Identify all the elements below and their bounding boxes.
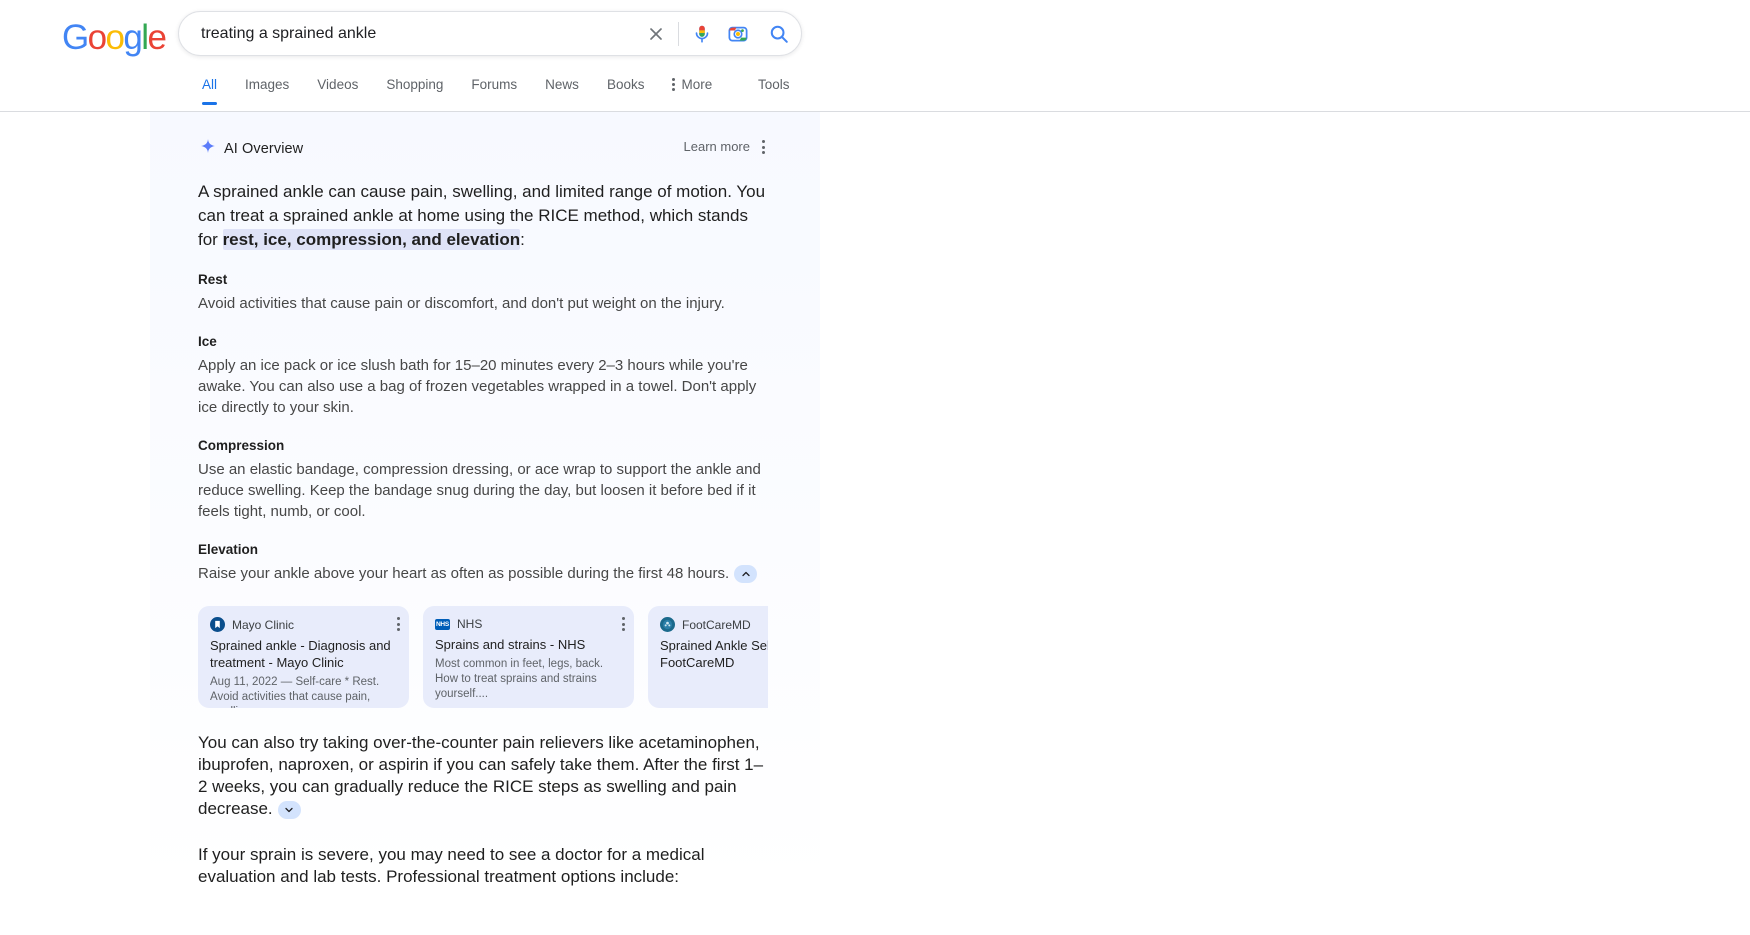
section-title-elevation: Elevation <box>198 542 259 557</box>
source-cards-carousel[interactable]: Mayo Clinic Sprained ankle - Diagnosis a… <box>198 606 768 708</box>
source-site-name: FootCareMD <box>682 617 751 632</box>
source-card-header: Mayo Clinic <box>210 617 397 632</box>
logo-letter-g1: G <box>62 18 89 57</box>
section-title-rest: Rest <box>198 272 228 287</box>
section-title-ice: Ice <box>198 334 217 349</box>
chevron-up-icon[interactable] <box>734 565 758 584</box>
nhs-favicon: NHS <box>435 618 450 630</box>
microphone-icon[interactable] <box>685 14 719 54</box>
ai-overview-lead: A sprained ankle can cause pain, swellin… <box>198 180 770 252</box>
close-icon[interactable] <box>636 14 676 54</box>
section-text-rest: Avoid activities that cause pain or disc… <box>198 295 725 312</box>
more-vertical-icon <box>672 78 676 91</box>
source-card[interactable]: NHS NHS Sprains and strains - NHS Most c… <box>423 606 634 708</box>
more-options-icon[interactable] <box>754 138 772 156</box>
nhs-favicon-label: NHS <box>435 620 450 628</box>
source-card-menu-icon[interactable] <box>622 617 625 631</box>
section-ice: Ice Apply an ice pack or ice slush bath … <box>198 334 772 418</box>
more-filters-label: More <box>681 77 713 92</box>
logo-letter-o1: o <box>87 18 107 57</box>
search-divider <box>678 21 679 46</box>
source-card-title: Sprained ankle - Diagnosis and treatment… <box>210 638 391 670</box>
tools-button[interactable]: Tools <box>758 77 790 92</box>
tab-news[interactable]: News <box>545 74 579 105</box>
section-compression: Compression Use an elastic bandage, comp… <box>198 438 772 522</box>
section-title-compression: Compression <box>198 438 285 453</box>
paragraph-severe: If your sprain is severe, you may need t… <box>198 845 705 886</box>
logo-letter-g2: g <box>123 18 142 57</box>
search-icon[interactable] <box>757 14 801 54</box>
tab-books[interactable]: Books <box>607 74 645 105</box>
source-card-title: Sprains and strains - NHS <box>435 637 586 652</box>
source-card-menu-icon[interactable] <box>397 617 400 631</box>
ai-overview-panel: AI Overview Learn more A sprained ankle … <box>150 112 820 888</box>
search-bar[interactable] <box>178 11 802 56</box>
source-card-title: Sprained Ankle Self Treatment | FootCare… <box>660 638 768 670</box>
ai-overview-title: AI Overview <box>224 141 304 157</box>
google-lens-icon[interactable] <box>719 14 757 54</box>
section-text-compression: Use an elastic bandage, compression dres… <box>198 461 761 520</box>
rice-highlight: rest, ice, compression, and elevation <box>222 229 521 250</box>
section-text-elevation: Raise your ankle above your heart as oft… <box>198 563 772 584</box>
logo-letter-e: e <box>147 18 166 57</box>
source-card[interactable]: FootCareMD Sprained Ankle Self Treatment… <box>648 606 768 708</box>
source-card-header: NHS NHS <box>435 617 622 631</box>
section-rest: Rest Avoid activities that cause pain or… <box>198 272 772 314</box>
tab-images[interactable]: Images <box>245 74 289 105</box>
google-logo[interactable]: Google <box>62 18 167 58</box>
source-card-snippet: Most common in feet, legs, back. How to … <box>435 658 604 700</box>
source-card[interactable]: Mayo Clinic Sprained ankle - Diagnosis a… <box>198 606 409 708</box>
section-elevation: Elevation Raise your ankle above your he… <box>198 542 772 584</box>
search-input[interactable] <box>179 24 636 43</box>
mayo-clinic-favicon <box>210 617 225 632</box>
source-card-snippet: Aug 11, 2022 — Self-care * Rest. Avoid a… <box>210 676 380 708</box>
lead-text-after: : <box>520 230 525 249</box>
section-text-ice: Apply an ice pack or ice slush bath for … <box>198 357 757 416</box>
page-header: Google treating a sprained ankle All Ima… <box>0 0 1750 112</box>
section-text-elevation-value: Raise your ankle above your heart as oft… <box>198 565 730 582</box>
chevron-down-icon[interactable] <box>277 800 301 819</box>
search-results-area: AI Overview Learn more A sprained ankle … <box>0 112 1750 935</box>
tab-forums[interactable]: Forums <box>471 74 517 105</box>
tab-videos[interactable]: Videos <box>317 74 358 105</box>
ai-overview-header: AI Overview Learn more <box>150 134 820 164</box>
paragraph-otc: You can also try taking over-the-counter… <box>198 732 770 820</box>
logo-letter-o2: o <box>105 18 125 57</box>
ai-sparkle-icon <box>198 136 218 161</box>
more-filters-button[interactable]: More <box>672 74 712 105</box>
learn-more-link[interactable]: Learn more <box>684 139 750 154</box>
tab-shopping[interactable]: Shopping <box>386 74 443 105</box>
source-site-name: Mayo Clinic <box>232 617 295 632</box>
tab-all[interactable]: All <box>202 74 218 105</box>
ai-overview-body: A sprained ankle can cause pain, swellin… <box>150 180 820 888</box>
search-nav-tabs: All Images Videos Shopping Forums News B… <box>0 74 1750 112</box>
source-site-name: NHS <box>457 617 483 631</box>
footcaremd-favicon <box>660 617 675 632</box>
source-card-header: FootCareMD <box>660 617 768 632</box>
